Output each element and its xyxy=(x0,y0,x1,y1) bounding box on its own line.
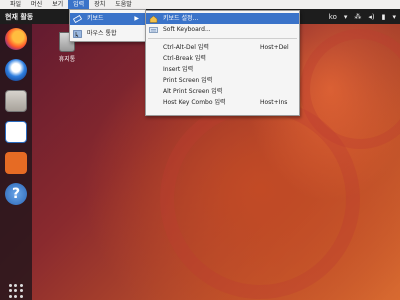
files-icon[interactable] xyxy=(5,90,27,112)
activities-button[interactable]: 현재 활동 xyxy=(0,12,33,22)
software-center-icon[interactable] xyxy=(5,152,27,174)
menu-item-print-screen[interactable]: Print Screen 입력 xyxy=(146,75,299,86)
menu-item-label: Ctrl-Break 입력 xyxy=(163,55,206,62)
menu-item-host-key-combo[interactable]: Host Key Combo 입력 Host+Ins xyxy=(146,97,299,108)
menu-item-label: Alt Print Screen 입력 xyxy=(163,88,223,95)
menu-input[interactable]: 입력 xyxy=(68,0,90,9)
trash-label: 휴지통 xyxy=(58,56,76,63)
network-icon[interactable]: ⁂ xyxy=(354,13,361,21)
battery-icon[interactable]: ▮ xyxy=(382,13,386,21)
menu-item-label: Host Key Combo 입력 xyxy=(163,99,226,106)
menu-item-keyboard[interactable]: 키보드 ▶ xyxy=(70,13,145,25)
language-indicator[interactable]: ko xyxy=(329,13,337,21)
keyboard-settings-icon xyxy=(149,15,158,23)
soft-keyboard-icon xyxy=(149,27,158,33)
menu-item-label: Ctrl-Alt-Del 입력 xyxy=(163,44,209,51)
menu-item-label: 마우스 통합 xyxy=(87,30,117,37)
menu-item-label: 키보드 xyxy=(87,15,104,22)
keyboard-icon xyxy=(73,15,82,23)
input-menu: 키보드 ▶ 마우스 통합 xyxy=(69,9,146,42)
mouse-integration-icon xyxy=(73,30,82,38)
help-icon[interactable]: ? xyxy=(5,183,27,205)
menu-item-label: Insert 입력 xyxy=(163,66,194,73)
menu-item-soft-keyboard[interactable]: Soft Keyboard... xyxy=(146,24,299,35)
menu-view[interactable]: 보기 xyxy=(47,0,68,9)
menu-item-alt-print-screen[interactable]: Alt Print Screen 입력 xyxy=(146,86,299,97)
chevron-down-icon[interactable]: ▾ xyxy=(392,13,396,21)
dock: ? xyxy=(0,24,32,300)
menu-help[interactable]: 도움말 xyxy=(110,0,137,9)
submenu-arrow-icon: ▶ xyxy=(134,15,139,22)
menu-devices[interactable]: 장치 xyxy=(89,0,110,9)
writer-icon[interactable] xyxy=(5,121,27,143)
menu-file[interactable]: 파일 xyxy=(5,0,26,9)
menu-item-label: Soft Keyboard... xyxy=(163,26,211,33)
menu-separator xyxy=(148,38,297,39)
menu-item-shortcut: Host+Ins xyxy=(260,99,288,106)
menu-item-keyboard-settings[interactable]: 키보드 설정... xyxy=(146,13,299,24)
firefox-icon[interactable] xyxy=(5,28,27,50)
chevron-down-icon[interactable]: ▾ xyxy=(344,13,348,21)
menu-item-ctrl-alt-del[interactable]: Ctrl-Alt-Del 입력 Host+Del xyxy=(146,42,299,53)
menu-item-ctrl-break[interactable]: Ctrl-Break 입력 xyxy=(146,53,299,64)
vm-menubar: 파일 머신 보기 입력 장치 도움말 xyxy=(0,0,400,9)
menu-item-label: Print Screen 입력 xyxy=(163,77,213,84)
menu-item-mouse-integration[interactable]: 마우스 통합 xyxy=(70,28,145,40)
menu-machine[interactable]: 머신 xyxy=(26,0,47,9)
volume-icon[interactable]: ◂) xyxy=(368,13,374,21)
show-applications-icon[interactable] xyxy=(9,284,23,298)
menu-item-label: 키보드 설정... xyxy=(163,15,199,22)
menu-item-insert[interactable]: Insert 입력 xyxy=(146,64,299,75)
system-tray: ko ▾ ⁂ ◂) ▮ ▾ xyxy=(329,9,396,24)
thunderbird-icon[interactable] xyxy=(5,59,27,81)
menu-item-shortcut: Host+Del xyxy=(260,44,289,51)
keyboard-submenu: 키보드 설정... Soft Keyboard... Ctrl-Alt-Del … xyxy=(145,10,300,116)
